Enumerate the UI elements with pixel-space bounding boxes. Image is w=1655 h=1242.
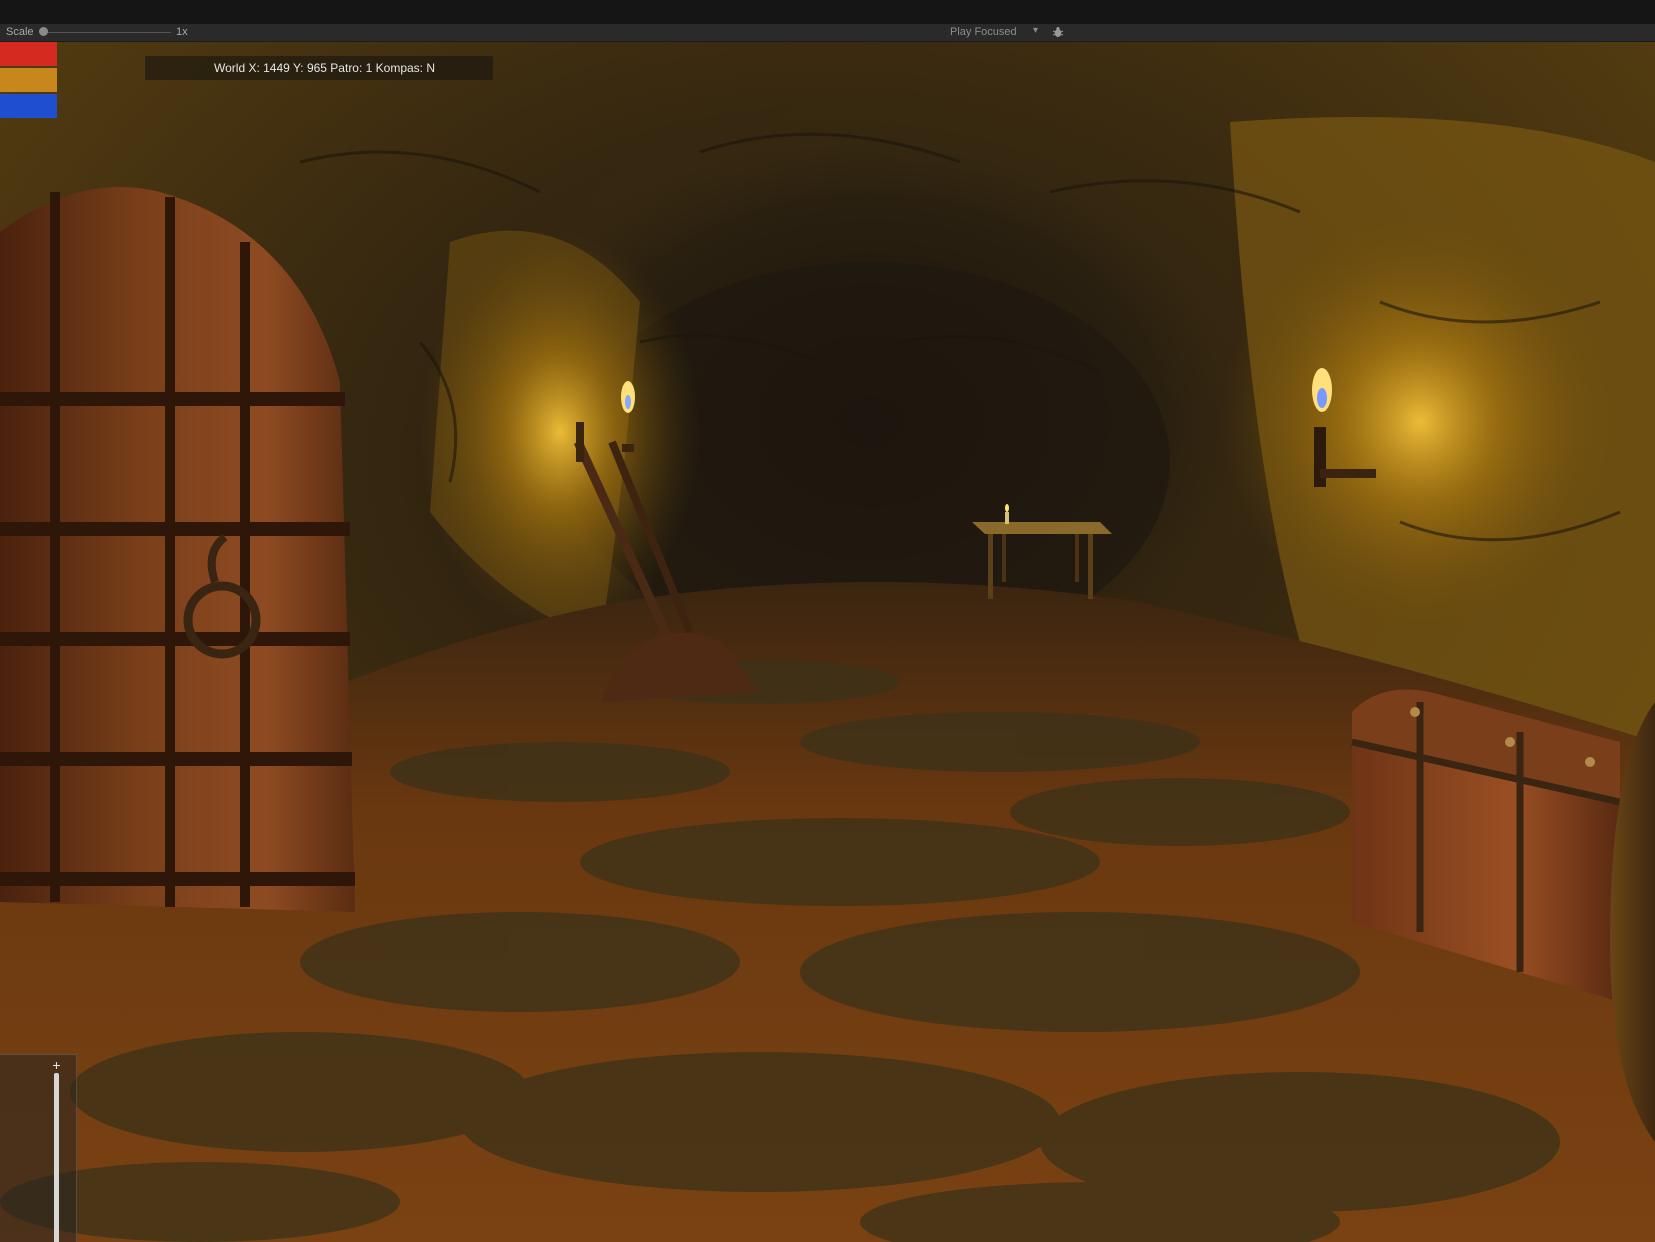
status-bars: [0, 42, 57, 120]
scale-slider-track[interactable]: [43, 32, 171, 33]
mana-bar: [0, 94, 57, 118]
zoom-in-button[interactable]: +: [50, 1058, 63, 1072]
chevron-down-icon[interactable]: ▾: [1033, 25, 1038, 36]
zoom-panel: + +: [0, 1054, 77, 1242]
scale-label: Scale: [6, 26, 34, 38]
scale-value: 1x: [176, 26, 188, 38]
play-mode-dropdown[interactable]: Play Focused: [950, 26, 1017, 38]
game-toolbar: Scale 1x Play Focused ▾: [0, 24, 1655, 42]
cave-scene: [0, 42, 1655, 1242]
zoom-slider[interactable]: [54, 1073, 59, 1242]
stamina-bar: [0, 68, 57, 92]
door-icon: [0, 187, 355, 912]
health-bar: [0, 42, 57, 66]
coordinates-readout: World X: 1449 Y: 965 Patro: 1 Kompas: N: [214, 61, 436, 75]
coordinates-panel: World X: 1449 Y: 965 Patro: 1 Kompas: N: [145, 56, 493, 80]
bug-icon[interactable]: [1052, 26, 1064, 38]
game-viewport[interactable]: World X: 1449 Y: 965 Patro: 1 Kompas: N …: [0, 42, 1655, 1242]
game-window: Scale 1x Play Focused ▾ World X: 1449 Y:…: [0, 0, 1655, 1242]
scale-slider-handle[interactable]: [39, 27, 48, 36]
window-titlebar: [0, 0, 1655, 24]
